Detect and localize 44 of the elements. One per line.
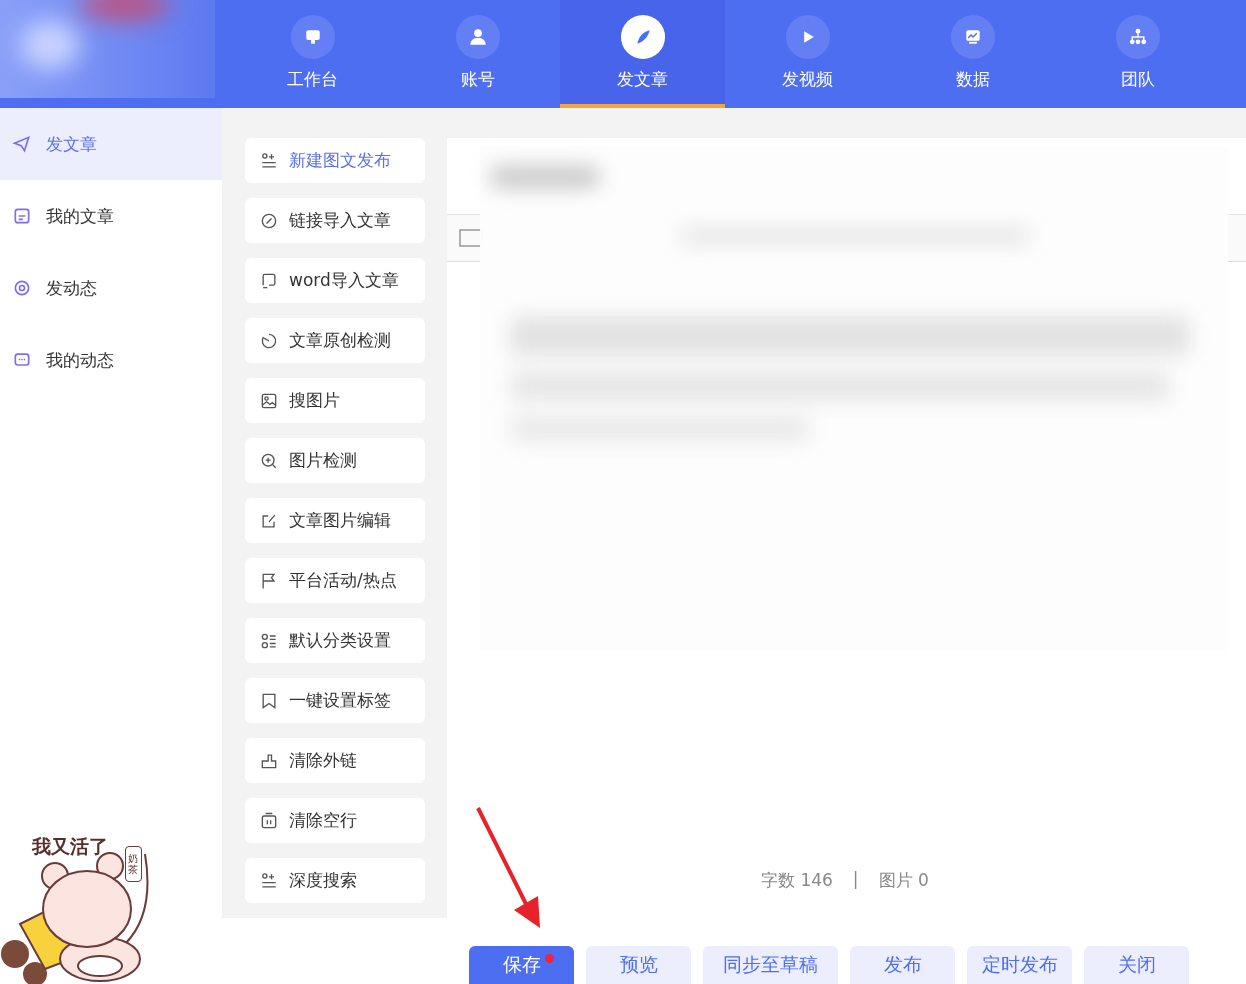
tool-button[interactable]: 搜图片 [245,378,425,423]
person-icon [454,13,501,60]
nav-tab[interactable]: 数据 [890,0,1055,108]
action-button[interactable]: 预览 [586,946,691,984]
notification-dot [545,954,554,963]
play-icon [784,13,831,60]
tool-button[interactable]: 图片检测 [245,438,425,483]
tool-button[interactable]: 默认分类设置 [245,618,425,663]
tool-button[interactable]: 文章原创检测 [245,318,425,363]
nav-tab[interactable]: 发文章 [560,0,725,108]
action-button[interactable]: 保存 [469,946,574,984]
drip-bag-label: 奶茶 [125,846,142,882]
tool-button[interactable]: 新建图文发布 [245,138,425,183]
image-count: 图片 0 [878,869,929,892]
team-icon [1114,13,1161,60]
stats-separator: | [852,869,859,891]
target-icon [12,278,32,298]
tool-button[interactable]: 平台活动/热点 [245,558,425,603]
trash-icon [259,810,279,831]
action-button[interactable]: 关闭 [1084,946,1189,984]
action-button[interactable]: 定时发布 [967,946,1072,984]
action-button[interactable]: 同步至草稿 [703,946,838,984]
nav-tab[interactable]: 工作台 [230,0,395,108]
chart-icon [949,13,996,60]
word-count: 字数 146 [761,869,833,892]
tool-button[interactable]: 清除外链 [245,738,425,783]
nav-tab[interactable]: 账号 [395,0,560,108]
list-add-icon [259,150,279,171]
tool-button[interactable]: 清除空行 [245,798,425,843]
tool-button[interactable]: 文章图片编辑 [245,498,425,543]
list-add-icon [259,870,279,891]
send-icon [12,134,32,154]
action-button[interactable]: 发布 [850,946,955,984]
monitor-icon [289,13,336,60]
nav-tab[interactable]: 发视频 [725,0,890,108]
tool-button[interactable]: 链接导入文章 [245,198,425,243]
tool-button[interactable]: word导入文章 [245,258,425,303]
tool-button[interactable]: 深度搜索 [245,858,425,903]
nav-tab[interactable]: 团队 [1055,0,1220,108]
tool-button[interactable]: 一键设置标签 [245,678,425,723]
document-icon [12,206,32,226]
feather-icon [619,13,666,60]
sticker-caption: 我又活了 [32,834,108,859]
sidebar-item[interactable]: 发文章 [0,108,222,180]
